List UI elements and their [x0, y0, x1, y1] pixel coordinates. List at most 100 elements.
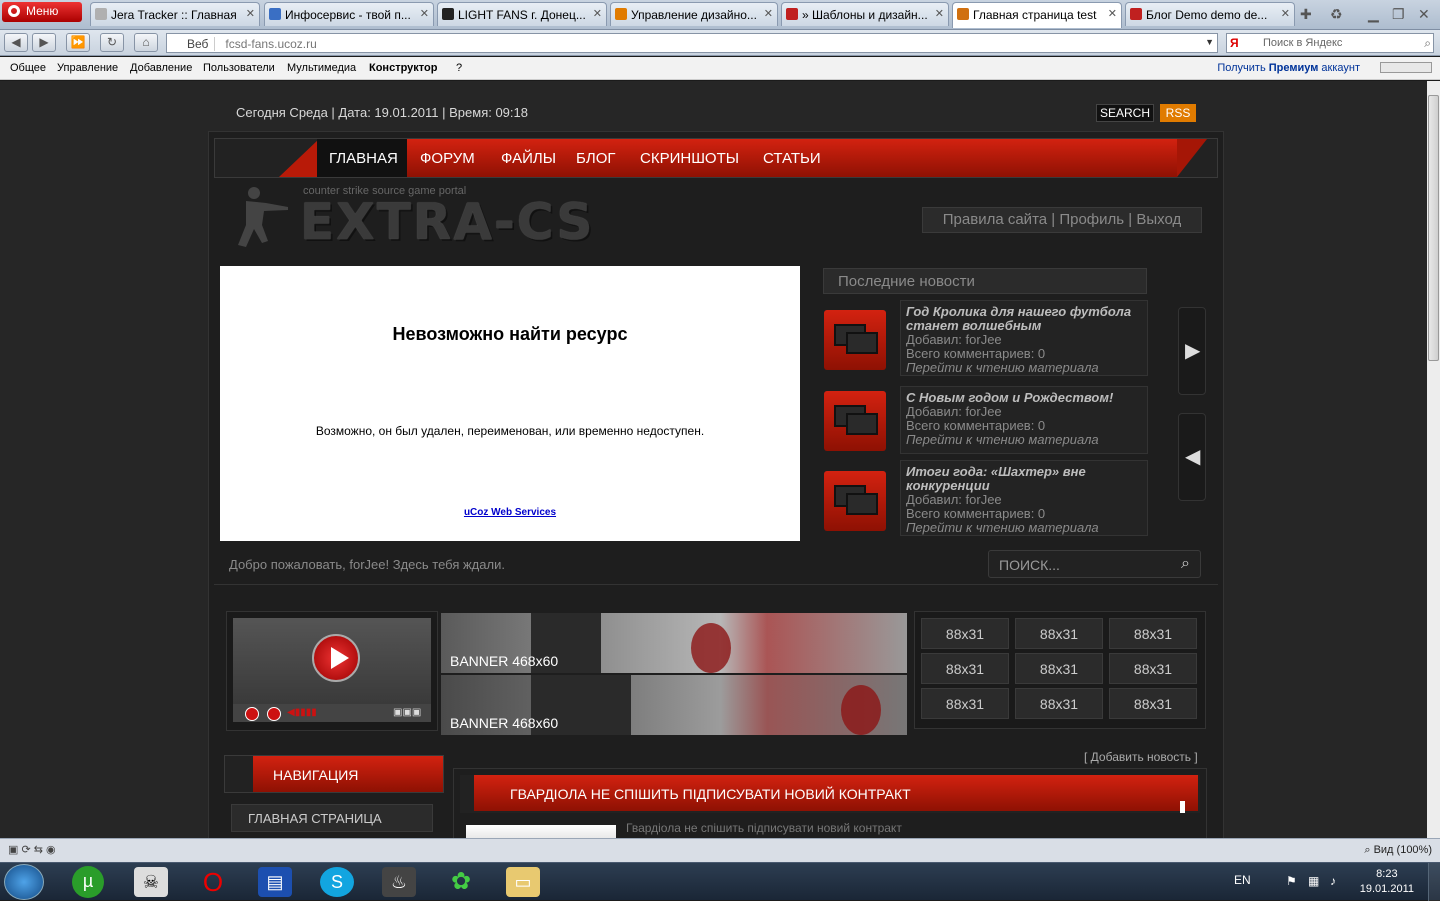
- skype-icon[interactable]: S: [320, 867, 354, 897]
- menu-articles[interactable]: СТАТЬИ: [763, 150, 821, 167]
- address-field[interactable]: Веб fcsd-fans.ucoz.ru ▼: [166, 33, 1218, 53]
- play-button[interactable]: [245, 707, 259, 721]
- ucoz-panel-toggle[interactable]: [1380, 62, 1432, 73]
- close-tab-icon[interactable]: ✕: [1281, 7, 1290, 20]
- close-tab-icon[interactable]: ✕: [764, 7, 773, 20]
- top-search-button[interactable]: SEARCH: [1096, 104, 1154, 122]
- opera-icon[interactable]: O: [196, 867, 230, 897]
- ucoz-menu-help[interactable]: ?: [456, 62, 462, 74]
- menu-home[interactable]: ГЛАВНАЯ: [329, 150, 398, 167]
- panel-toggle-icon[interactable]: ▣ ⟳ ⇆ ◉: [8, 843, 56, 856]
- button-88x31[interactable]: 88x31: [1109, 618, 1197, 649]
- browser-tab[interactable]: Управление дизайно... ✕: [610, 2, 778, 26]
- close-tab-icon[interactable]: ✕: [420, 7, 429, 20]
- read-more-link[interactable]: Перейти к чтению материала: [906, 433, 1147, 447]
- close-window-icon[interactable]: ✕: [1418, 6, 1430, 23]
- button-88x31[interactable]: 88x31: [1109, 688, 1197, 719]
- utorrent-icon[interactable]: µ: [72, 866, 104, 898]
- show-desktop-button[interactable]: [1428, 863, 1440, 901]
- ucoz-menu-manage[interactable]: Управление: [57, 62, 118, 74]
- ucoz-menu-constructor[interactable]: Конструктор: [369, 62, 437, 74]
- clock[interactable]: 8:23 19.01.2011: [1360, 867, 1414, 897]
- network-icon[interactable]: ▦: [1308, 874, 1319, 888]
- home-button[interactable]: ⌂: [134, 33, 158, 52]
- news-item[interactable]: Год Кролика для нашего футбола станет во…: [900, 300, 1148, 376]
- close-tab-icon[interactable]: ✕: [935, 7, 944, 20]
- browser-tab-active[interactable]: Главная страница test ✕: [952, 2, 1122, 28]
- button-88x31[interactable]: 88x31: [1109, 653, 1197, 684]
- button-88x31[interactable]: 88x31: [1015, 653, 1103, 684]
- chevron-down-icon[interactable]: ▼: [1205, 37, 1214, 47]
- browser-tab[interactable]: Jera Tracker :: Главная ✕: [90, 2, 260, 26]
- volume-icon[interactable]: ♪: [1330, 874, 1336, 888]
- menu-files[interactable]: ФАЙЛЫ: [501, 150, 556, 167]
- zoom-control[interactable]: ⌕ Вид (100%): [1364, 844, 1432, 857]
- trash-icon[interactable]: ♻: [1330, 6, 1343, 23]
- restore-icon[interactable]: ❐: [1392, 6, 1405, 23]
- article-title[interactable]: ГВАРДІОЛА НЕ СПІШИТЬ ПІДПИСУВАТИ НОВИЙ К…: [510, 786, 911, 802]
- ucoz-menu-add[interactable]: Добавление: [130, 62, 192, 74]
- ucoz-menu-general[interactable]: Общее: [10, 62, 46, 74]
- close-tab-icon[interactable]: ✕: [593, 7, 602, 20]
- tab-favicon-icon: [1130, 8, 1142, 20]
- search-icon[interactable]: ⌕: [1424, 36, 1431, 51]
- site-logo[interactable]: EXTRA-CS: [300, 193, 594, 251]
- banner[interactable]: BANNER 468x60: [441, 613, 907, 673]
- icq-icon[interactable]: ✿: [444, 867, 478, 897]
- news-prev-button[interactable]: ◀: [1178, 413, 1206, 501]
- player-options-icon[interactable]: ▣▣▣: [393, 707, 421, 718]
- menu-forum[interactable]: ФОРУМ: [420, 150, 475, 167]
- stop-button[interactable]: [267, 707, 281, 721]
- menu-blog[interactable]: БЛОГ: [576, 150, 615, 167]
- reload-button[interactable]: ↻: [100, 33, 124, 52]
- browser-tab[interactable]: LIGHT FANS г. Донец... ✕: [437, 2, 607, 26]
- folder-icon[interactable]: ▭: [506, 867, 540, 897]
- button-88x31[interactable]: 88x31: [921, 618, 1009, 649]
- start-button[interactable]: [4, 864, 44, 900]
- browser-tab[interactable]: Блог Demo demo de... ✕: [1125, 2, 1295, 26]
- site-search-input[interactable]: ПОИСК... ⌕: [988, 550, 1201, 578]
- forward-button[interactable]: ▶: [32, 33, 56, 52]
- scrollbar-thumb[interactable]: [1428, 95, 1439, 361]
- back-button[interactable]: ◀: [4, 33, 28, 52]
- yandex-search-field[interactable]: Я Поиск в Яндекс ⌕: [1226, 33, 1434, 53]
- close-tab-icon[interactable]: ✕: [1108, 7, 1117, 20]
- read-more-link[interactable]: Перейти к чтению материала: [906, 361, 1147, 375]
- page-scrollbar[interactable]: [1427, 81, 1440, 838]
- opera-menu-button[interactable]: Меню: [2, 2, 82, 22]
- premium-link[interactable]: Получить Премиум аккаунт: [1217, 62, 1360, 74]
- new-tab-icon[interactable]: ✚: [1300, 6, 1312, 23]
- rss-button[interactable]: RSS: [1160, 104, 1196, 122]
- news-item[interactable]: С Новым годом и Рождеством! Добавил: for…: [900, 386, 1148, 454]
- button-88x31[interactable]: 88x31: [1015, 618, 1103, 649]
- nav-item-home[interactable]: ГЛАВНАЯ СТРАНИЦА: [231, 804, 433, 832]
- article-thumbnail[interactable]: [466, 825, 616, 838]
- button-88x31[interactable]: 88x31: [921, 653, 1009, 684]
- menu-screenshots[interactable]: СКРИНШОТЫ: [640, 150, 739, 167]
- button-88x31[interactable]: 88x31: [921, 688, 1009, 719]
- search-icon[interactable]: ⌕: [1181, 555, 1190, 573]
- ucoz-menu-users[interactable]: Пользователи: [203, 62, 275, 74]
- button-88x31[interactable]: 88x31: [1015, 688, 1103, 719]
- play-icon[interactable]: [312, 634, 360, 682]
- language-indicator[interactable]: EN: [1234, 873, 1251, 887]
- banner[interactable]: BANNER 468x60: [441, 675, 907, 735]
- news-next-button[interactable]: ▶: [1178, 307, 1206, 395]
- ucoz-services-link[interactable]: uCoz Web Services: [220, 507, 800, 518]
- steam-icon[interactable]: ♨: [382, 867, 416, 897]
- address-prefix: Веб: [173, 37, 216, 51]
- volume-icon[interactable]: ◀▮▮▮▮: [287, 707, 317, 718]
- news-item[interactable]: Итоги года: «Шахтер» вне конкуренции Доб…: [900, 460, 1148, 536]
- save-disk-icon[interactable]: ▤: [258, 867, 292, 897]
- ucoz-menu-multimedia[interactable]: Мультимедиа: [287, 62, 356, 74]
- user-links[interactable]: Правила сайта | Профиль | Выход: [922, 207, 1202, 233]
- flag-icon[interactable]: ⚑: [1286, 874, 1297, 888]
- minimize-icon[interactable]: ▁: [1368, 6, 1379, 23]
- browser-tab[interactable]: Инфосервис - твой п... ✕: [264, 2, 434, 26]
- fast-forward-button[interactable]: ⏩: [66, 33, 90, 52]
- add-news-link[interactable]: [ Добавить новость ]: [1084, 750, 1198, 764]
- close-tab-icon[interactable]: ✕: [246, 7, 255, 20]
- browser-tab[interactable]: » Шаблоны и дизайн... ✕: [781, 2, 949, 26]
- alien-app-icon[interactable]: ☠: [134, 867, 168, 897]
- read-more-link[interactable]: Перейти к чтению материала: [906, 521, 1147, 535]
